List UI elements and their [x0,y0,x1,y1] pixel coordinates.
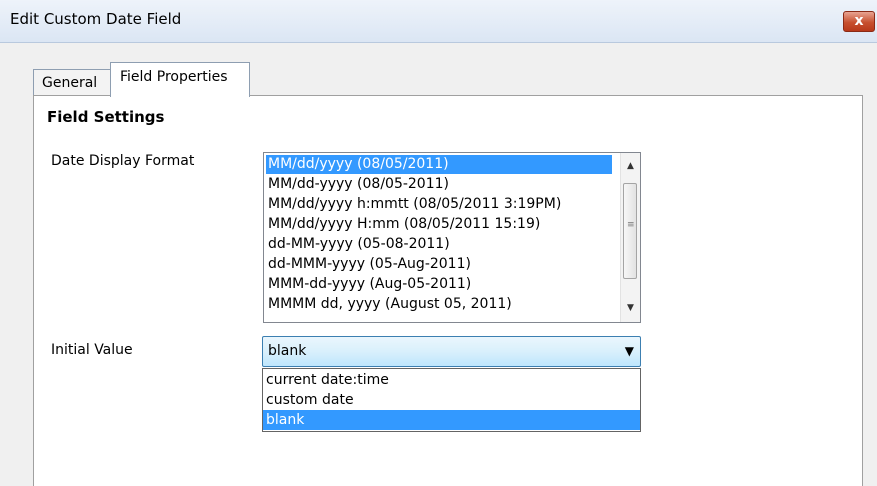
scroll-down-arrow-icon[interactable]: ▼ [621,303,640,313]
listbox-scrollbar[interactable]: ▲ ≡ ▼ [620,153,640,322]
chevron-down-icon[interactable]: ▼ [625,344,634,358]
date-format-listbox[interactable]: MM/dd/yyyy (08/05/2011) MM/dd-yyyy (08/0… [263,152,641,323]
list-item[interactable]: dd-MMM-yyyy (05-Aug-2011) [266,255,471,274]
list-item[interactable]: MMMM dd, yyyy (August 05, 2011) [266,295,512,314]
initial-value-selected: blank [268,343,307,359]
tab-field-properties-label: Field Properties [120,69,228,85]
tab-field-properties[interactable]: Field Properties [110,62,250,97]
date-display-format-label: Date Display Format [51,153,195,169]
window-title: Edit Custom Date Field [10,10,182,28]
scroll-thumb[interactable]: ≡ [623,183,637,279]
dropdown-option[interactable]: custom date [263,390,640,410]
list-item[interactable]: MMM-dd-yyyy (Aug-05-2011) [266,275,471,294]
scroll-up-arrow-icon[interactable]: ▲ [621,161,640,171]
close-button[interactable]: x [843,11,875,32]
initial-value-select[interactable]: blank ▼ [262,336,641,367]
dropdown-option[interactable]: blank [263,410,640,430]
section-title: Field Settings [47,108,165,126]
title-bar: Edit Custom Date Field x [0,0,877,43]
list-item[interactable]: MM/dd/yyyy H:mm (08/05/2011 15:19) [266,215,540,234]
list-item[interactable]: MM/dd/yyyy h:mmtt (08/05/2011 3:19PM) [266,195,561,214]
initial-value-label: Initial Value [51,342,133,358]
list-item[interactable]: dd-MM-yyyy (05-08-2011) [266,235,450,254]
tab-general-label: General [42,75,98,91]
close-icon: x [854,13,864,29]
list-item[interactable]: MM/dd/yyyy (08/05/2011) [266,155,612,174]
grip-icon: ≡ [627,220,635,230]
initial-value-dropdown[interactable]: current date:time custom date blank [262,368,641,432]
list-item[interactable]: MM/dd-yyyy (08/05-2011) [266,175,449,194]
dropdown-option[interactable]: current date:time [263,370,640,390]
tab-general[interactable]: General [33,69,111,95]
